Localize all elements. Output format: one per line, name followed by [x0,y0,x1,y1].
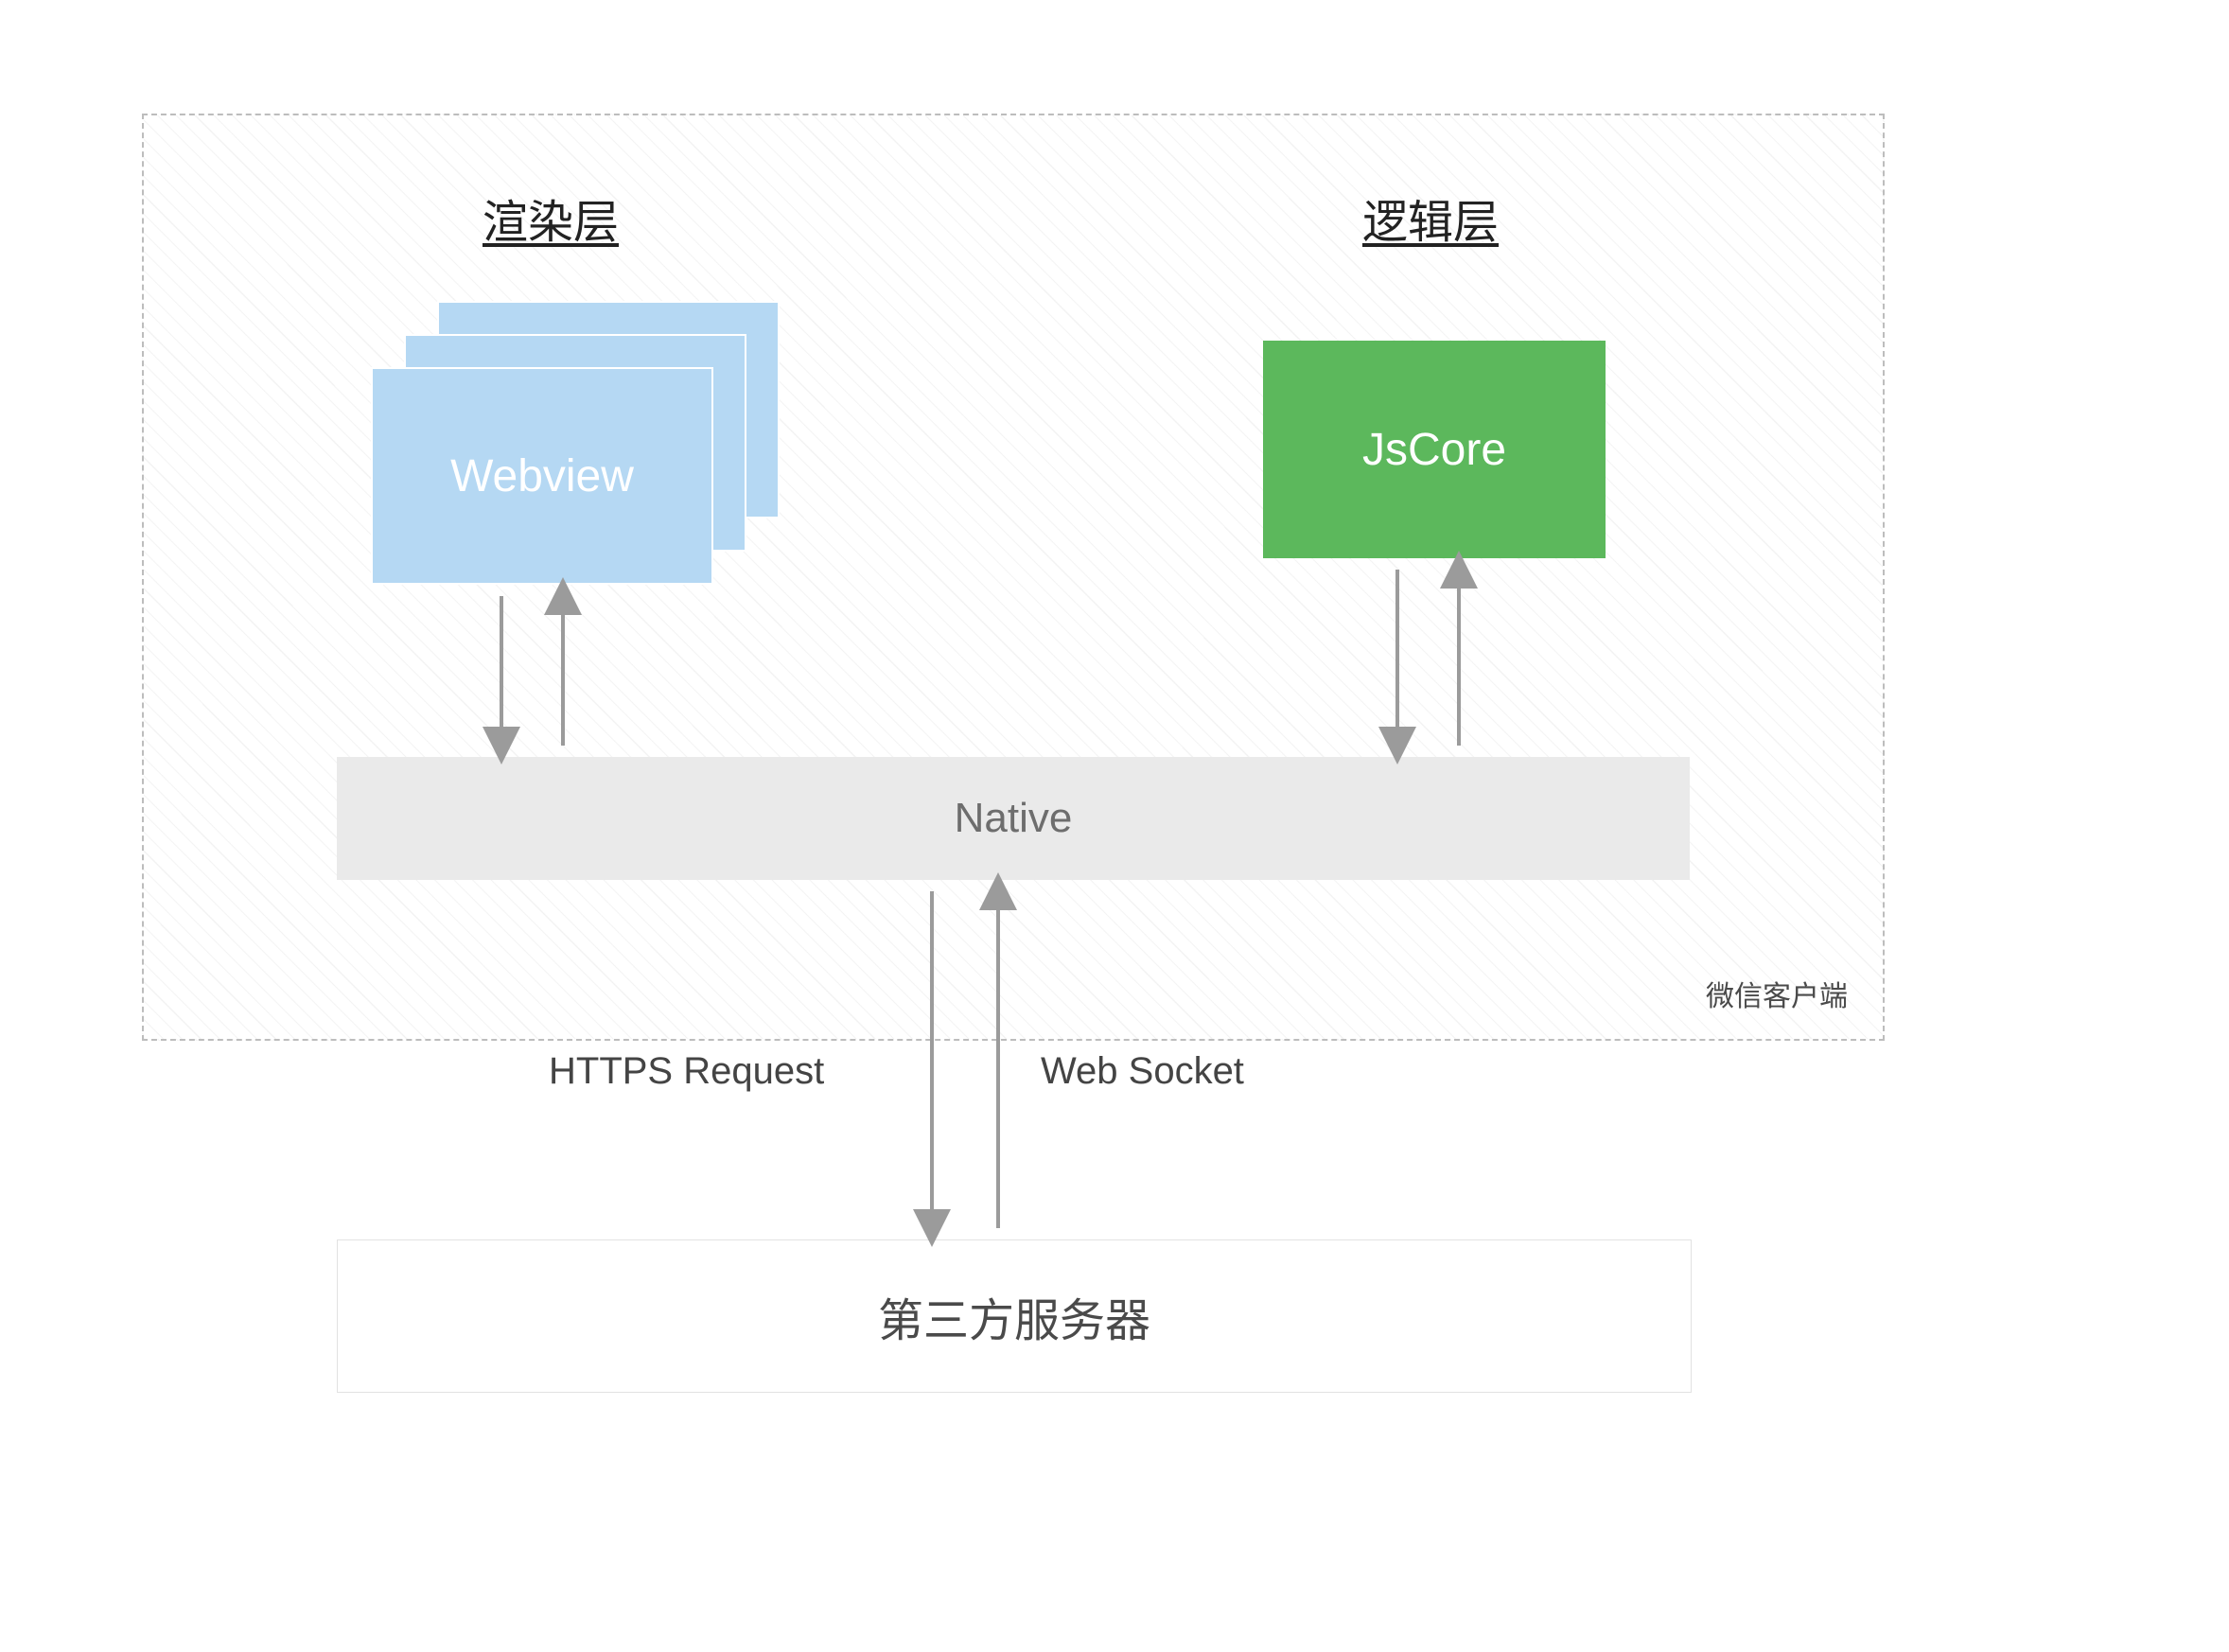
native-box: Native [337,757,1690,880]
render-layer-heading: 渲染层 [483,185,619,251]
logic-layer-heading: 逻辑层 [1362,185,1499,251]
https-request-label: HTTPS Request [549,1050,824,1093]
jscore-native-arrows [1374,558,1487,757]
diagram-canvas: 渲染层 逻辑层 Webview JsCore Native 微信客户端 第三方服… [0,0,2229,1652]
jscore-box: JsCore [1263,341,1606,558]
webview-box-front: Webview [371,367,713,585]
webview-label: Webview [450,450,634,502]
server-label: 第三方服务器 [878,1283,1150,1349]
websocket-label: Web Socket [1041,1050,1244,1093]
native-server-arrows [899,880,1031,1239]
native-label: Native [955,795,1073,842]
webview-native-arrows [478,585,591,757]
jscore-label: JsCore [1362,424,1506,476]
server-box: 第三方服务器 [337,1239,1692,1393]
wechat-client-label: 微信客户端 [1706,973,1848,1014]
